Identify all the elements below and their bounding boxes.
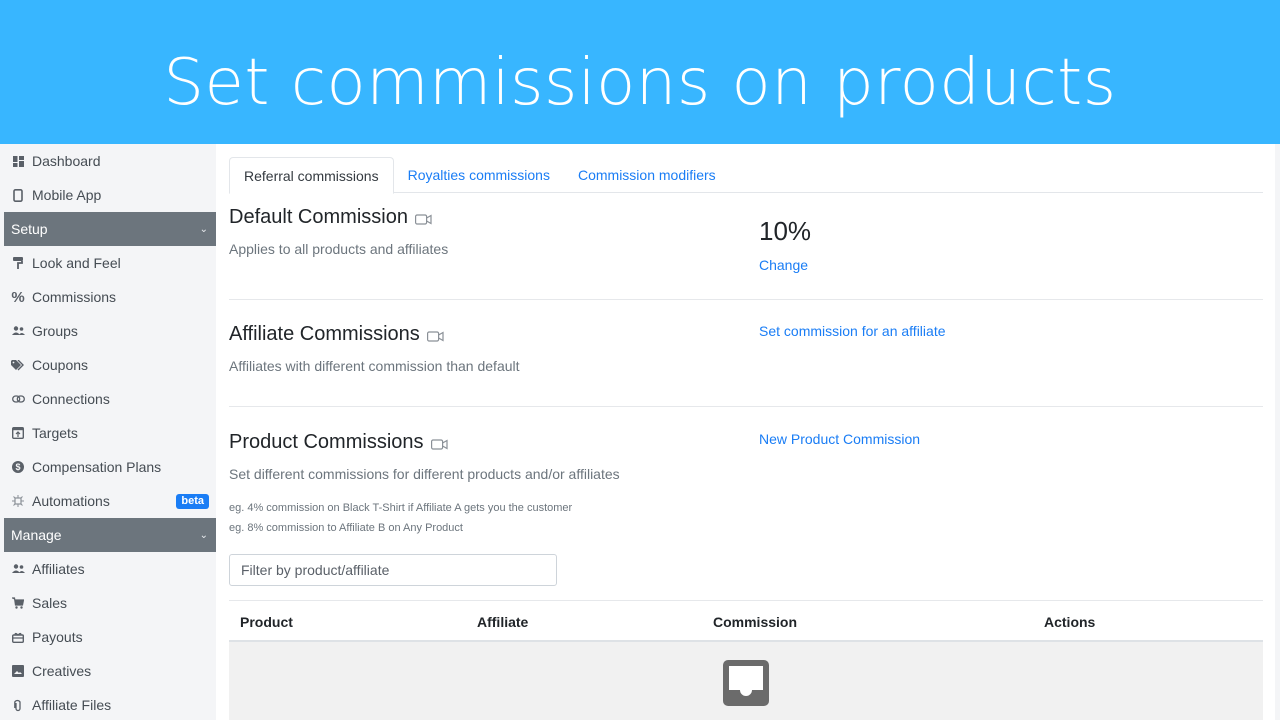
sidebar-item-affiliates[interactable]: Affiliates (0, 552, 216, 586)
sidebar-item-label: Compensation Plans (32, 459, 162, 475)
sidebar-item-label: Payouts (32, 629, 83, 645)
mobile-icon (11, 188, 25, 202)
sidebar-item-mobile-app[interactable]: Mobile App (0, 178, 216, 212)
sidebar-item-automations[interactable]: Automations beta (0, 484, 216, 518)
video-camera-icon[interactable] (426, 325, 444, 348)
section-title-text: Default Commission (229, 206, 408, 228)
sidebar-item-label: Connections (32, 391, 110, 407)
sidebar-section-setup[interactable]: Setup ⌄ (4, 212, 216, 246)
sidebar-item-affiliate-files[interactable]: Affiliate Files (0, 688, 216, 722)
commission-tabs: Referral commissions Royalties commissio… (229, 157, 1263, 194)
video-camera-icon[interactable] (414, 208, 432, 231)
sidebar-item-label: Targets (32, 425, 78, 441)
sidebar-item-label: Mobile App (32, 187, 102, 203)
link-icon (11, 392, 25, 406)
inbox-icon (723, 660, 769, 711)
section-title-text: Product Commissions (229, 431, 424, 453)
sidebar-item-label: Sales (32, 595, 68, 611)
column-header-actions: Actions (1044, 614, 1096, 630)
chevron-down-icon: ⌄ (199, 529, 208, 541)
sidebar-item-creatives[interactable]: Creatives (0, 654, 216, 688)
default-commission-value: 10% (759, 216, 812, 246)
default-commission-title: Default Commission (229, 204, 1263, 231)
banner: Set commissions on products (0, 0, 1280, 144)
sidebar-item-label: Dashboard (32, 153, 101, 169)
sidebar-item-label: Creatives (32, 663, 92, 679)
sidebar-item-label: Affiliate Files (32, 697, 112, 713)
beta-badge: beta (176, 494, 209, 509)
column-header-product[interactable]: Product (240, 614, 293, 630)
sidebar-item-label: Coupons (32, 357, 89, 373)
tab-royalties-commissions[interactable]: Royalties commissions (394, 157, 564, 193)
right-scroll-area (1275, 144, 1280, 720)
sidebar-item-coupons[interactable]: Coupons (0, 348, 216, 382)
image-icon (11, 664, 25, 678)
video-camera-icon[interactable] (430, 433, 448, 456)
default-commission-subtitle: Applies to all products and affiliates (229, 241, 449, 257)
target-box-icon (11, 426, 25, 440)
affiliate-commissions-section: Affiliate Commissions Affiliates with di… (229, 300, 1263, 407)
sidebar-item-label: Groups (32, 323, 78, 339)
sidebar-item-commissions[interactable]: % Commissions (0, 280, 216, 314)
empty-table-state (229, 642, 1263, 720)
default-commission-section: Default Commission Applies to all produc… (229, 204, 1263, 300)
tags-icon (11, 358, 25, 372)
sidebar: Dashboard Mobile App Setup ⌄ Look and Fe… (0, 144, 216, 720)
change-default-commission-link[interactable]: Change (759, 257, 811, 273)
chevron-down-icon: ⌄ (199, 223, 208, 235)
affiliate-commissions-title: Affiliate Commissions (229, 321, 1263, 348)
tab-referral-commissions[interactable]: Referral commissions (229, 157, 394, 194)
users-icon (11, 324, 25, 338)
sidebar-item-label: Affiliates (32, 561, 85, 577)
main-content: Referral commissions Royalties commissio… (216, 144, 1264, 720)
sidebar-item-look-and-feel[interactable]: Look and Feel (0, 246, 216, 280)
example-text: eg. 4% commission on Black T-Shirt if Af… (229, 502, 573, 514)
product-commissions-title: Product Commissions (229, 429, 1263, 456)
tab-commission-modifiers[interactable]: Commission modifiers (564, 157, 730, 193)
column-header-commission[interactable]: Commission (713, 614, 797, 630)
sidebar-section-manage[interactable]: Manage ⌄ (4, 518, 216, 552)
product-commissions-section: Product Commissions Set different commis… (229, 407, 1263, 538)
svg-text:$: $ (15, 462, 20, 472)
section-title-text: Affiliate Commissions (229, 323, 420, 345)
sidebar-item-label: Look and Feel (32, 255, 121, 271)
set-affiliate-commission-link[interactable]: Set commission for an affiliate (759, 323, 946, 339)
sidebar-item-connections[interactable]: Connections (0, 382, 216, 416)
product-commissions-subtitle: Set different commissions for different … (229, 466, 620, 482)
sidebar-item-label: Automations (32, 493, 110, 509)
section-label: Setup (11, 221, 48, 237)
sidebar-item-targets[interactable]: Targets (0, 416, 216, 450)
sidebar-item-groups[interactable]: Groups (0, 314, 216, 348)
percent-icon: % (11, 288, 25, 306)
paperclip-icon (11, 698, 25, 712)
filter-input[interactable] (229, 554, 557, 586)
new-product-commission-link[interactable]: New Product Commission (759, 431, 920, 447)
cart-icon (11, 596, 25, 610)
example-text: eg. 8% commission to Affiliate B on Any … (229, 522, 463, 534)
paint-roller-icon (11, 256, 25, 270)
affiliate-commissions-subtitle: Affiliates with different commission tha… (229, 358, 520, 374)
gift-icon (11, 630, 25, 644)
column-header-affiliate[interactable]: Affiliate (477, 614, 528, 630)
section-label: Manage (11, 527, 62, 543)
banner-title: Set commissions on products (163, 46, 1117, 120)
sidebar-item-payouts[interactable]: Payouts (0, 620, 216, 654)
users-icon (11, 562, 25, 576)
sidebar-item-compensation-plans[interactable]: $ Compensation Plans (0, 450, 216, 484)
dollar-circle-icon: $ (11, 460, 25, 474)
sidebar-item-sales[interactable]: Sales (0, 586, 216, 620)
sidebar-item-dashboard[interactable]: Dashboard (0, 144, 216, 178)
dashboard-icon (11, 154, 25, 168)
table-header: Product Affiliate Commission Actions (229, 600, 1263, 642)
robot-icon (11, 494, 25, 508)
sidebar-item-label: Commissions (32, 289, 117, 305)
